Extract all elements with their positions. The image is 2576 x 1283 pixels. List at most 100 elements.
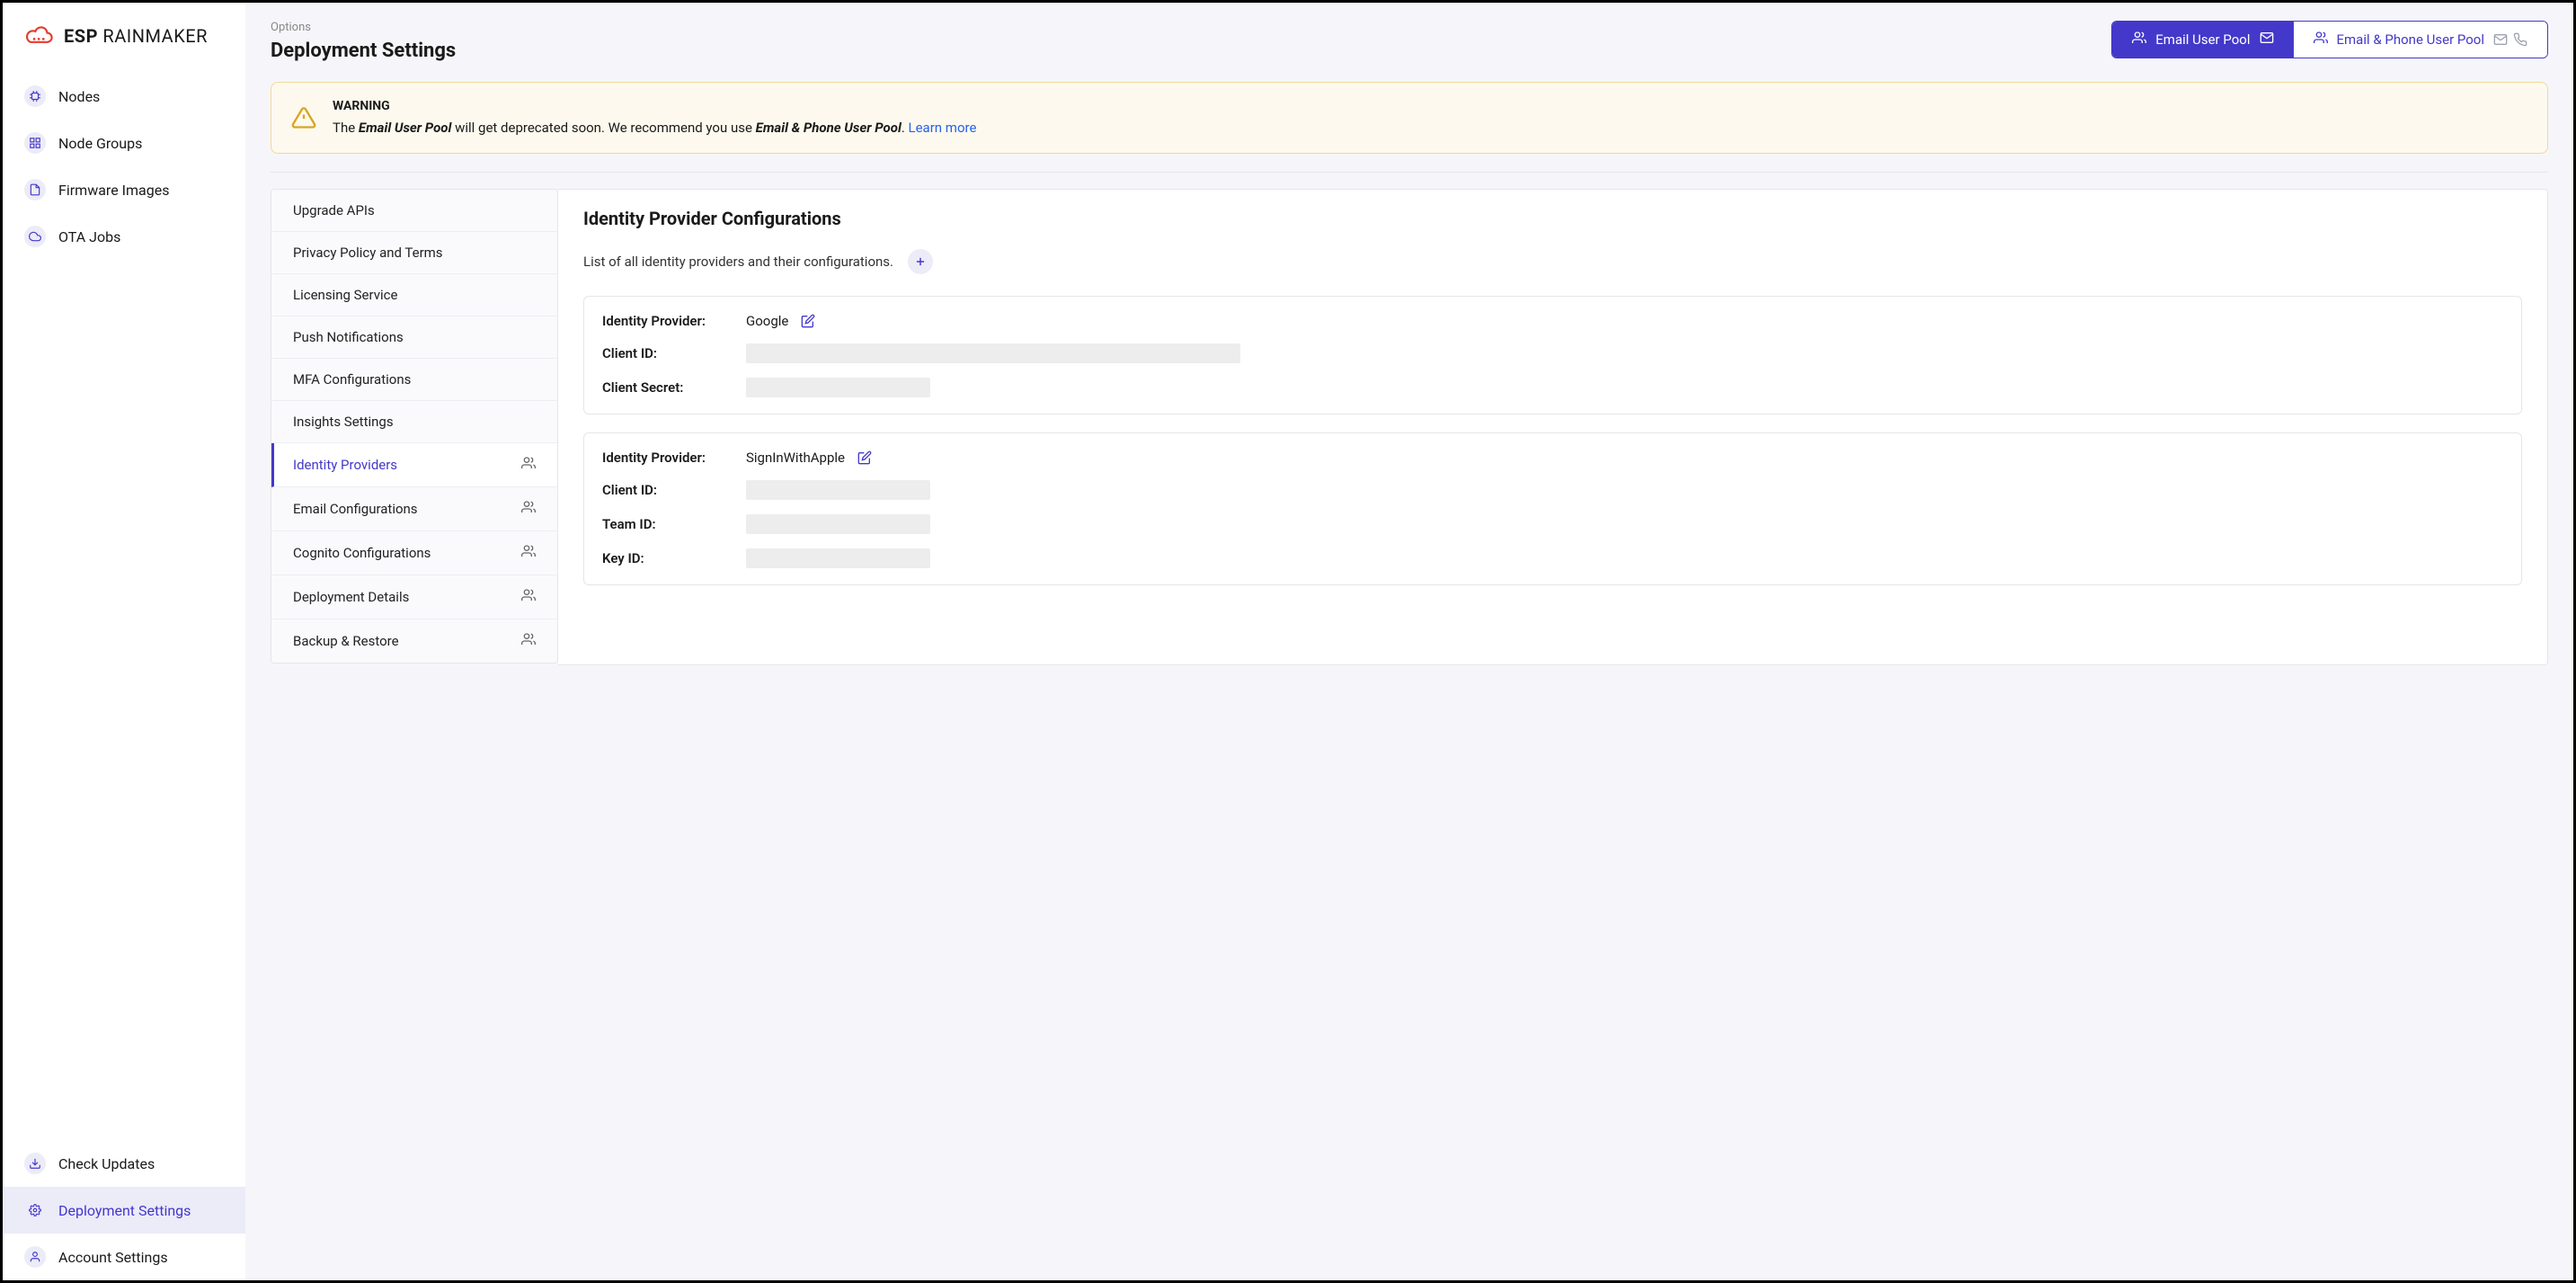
settings-tab-label: Insights Settings — [293, 414, 394, 430]
main-content: Options Deployment Settings Email User P… — [245, 3, 2573, 1280]
users-icon — [521, 456, 536, 474]
field-label: Team ID: — [602, 516, 746, 532]
provider-row: Client ID: — [602, 480, 2503, 500]
field-label: Key ID: — [602, 550, 746, 566]
tab-suffix-icons — [2493, 32, 2527, 47]
sidebar-nav: Nodes Node Groups Firmware Images — [3, 73, 245, 1280]
users-icon — [521, 632, 536, 650]
redacted-value — [746, 514, 930, 534]
settings-tab-label: Cognito Configurations — [293, 545, 431, 561]
settings-tab-list: Upgrade APIs Privacy Policy and Terms Lice… — [271, 189, 558, 664]
edit-icon[interactable] — [801, 314, 815, 328]
file-icon — [24, 179, 46, 200]
panel-subtitle-row: List of all identity providers and their… — [583, 249, 2522, 274]
tab-label: Email User Pool — [2155, 31, 2250, 48]
settings-tab-cognito-configurations[interactable]: Cognito Configurations — [271, 531, 557, 575]
add-provider-button[interactable] — [908, 249, 933, 274]
sidebar-item-label: Node Groups — [58, 135, 142, 152]
settings-tab-licensing-service[interactable]: Licensing Service — [271, 274, 557, 316]
settings-tab-upgrade-apis[interactable]: Upgrade APIs — [271, 190, 557, 232]
tab-email-user-pool[interactable]: Email User Pool — [2112, 22, 2293, 58]
provider-name-text: Google — [746, 313, 788, 329]
settings-tab-deployment-details[interactable]: Deployment Details — [271, 575, 557, 619]
learn-more-link[interactable]: Learn more — [909, 120, 977, 136]
gear-icon — [24, 1199, 46, 1221]
warning-text: WARNING The Email User Pool will get dep… — [333, 97, 976, 138]
users-icon — [521, 588, 536, 606]
settings-tab-label: Deployment Details — [293, 589, 409, 605]
sidebar-item-firmware-images[interactable]: Firmware Images — [3, 166, 245, 213]
warning-title: WARNING — [333, 97, 976, 116]
redacted-value — [746, 343, 1240, 363]
download-icon — [24, 1153, 46, 1174]
provider-row: Identity Provider:Google — [602, 313, 2503, 329]
breadcrumb: Options — [271, 21, 456, 34]
users-icon — [2132, 31, 2146, 49]
users-icon — [521, 500, 536, 518]
cpu-icon — [24, 85, 46, 107]
mail-icon — [2493, 32, 2508, 47]
user-icon — [24, 1246, 46, 1268]
settings-tab-email-configurations[interactable]: Email Configurations — [271, 487, 557, 531]
sidebar-item-node-groups[interactable]: Node Groups — [3, 120, 245, 166]
brand-logo: ESP RAINMAKER — [3, 3, 245, 73]
brand-name: ESP RAINMAKER — [64, 25, 208, 47]
sidebar-item-label: OTA Jobs — [58, 228, 120, 245]
redacted-value — [746, 480, 930, 500]
sidebar-item-check-updates[interactable]: Check Updates — [3, 1140, 245, 1187]
field-value — [746, 480, 930, 500]
provider-row: Client Secret: — [602, 378, 2503, 397]
settings-tab-privacy-policy-and-terms[interactable]: Privacy Policy and Terms — [271, 232, 557, 274]
plus-icon — [914, 255, 927, 268]
provider-card-google: Identity Provider:GoogleClient ID:Client… — [583, 296, 2522, 414]
settings-tab-label: Backup & Restore — [293, 633, 399, 649]
field-label: Identity Provider: — [602, 313, 746, 329]
content-row: Upgrade APIs Privacy Policy and Terms Lice… — [245, 173, 2573, 691]
alert-triangle-icon — [291, 105, 316, 130]
settings-tab-label: Privacy Policy and Terms — [293, 245, 443, 261]
provider-card-signinwithapple: Identity Provider:SignInWithApple Client … — [583, 432, 2522, 585]
settings-tab-mfa-configurations[interactable]: MFA Configurations — [271, 359, 557, 401]
settings-tab-label: MFA Configurations — [293, 371, 411, 388]
field-value: Google — [746, 313, 815, 329]
sidebar-item-account-settings[interactable]: Account Settings — [3, 1234, 245, 1280]
field-label: Client Secret: — [602, 379, 746, 396]
sidebar-item-ota-jobs[interactable]: OTA Jobs — [3, 213, 245, 260]
sidebar-item-deployment-settings[interactable]: Deployment Settings — [3, 1187, 245, 1234]
warning-banner: WARNING The Email User Pool will get dep… — [271, 82, 2548, 154]
mail-icon — [2260, 31, 2274, 49]
sidebar-item-label: Account Settings — [58, 1249, 168, 1266]
cloud-icon — [24, 226, 46, 247]
tab-email-phone-user-pool[interactable]: Email & Phone User Pool — [2294, 22, 2548, 58]
sidebar-item-label: Deployment Settings — [58, 1202, 191, 1219]
redacted-value — [746, 378, 930, 397]
settings-tab-identity-providers[interactable]: Identity Providers — [271, 443, 557, 487]
redacted-value — [746, 548, 930, 568]
sidebar-item-label: Nodes — [58, 88, 100, 105]
panel-identity-providers: Identity Provider Configurations List of… — [558, 189, 2548, 665]
provider-row: Client ID: — [602, 343, 2503, 363]
sidebar-item-nodes[interactable]: Nodes — [3, 73, 245, 120]
provider-row: Team ID: — [602, 514, 2503, 534]
field-value: SignInWithApple — [746, 450, 872, 466]
settings-tab-push-notifications[interactable]: Push Notifications — [271, 316, 557, 359]
field-label: Client ID: — [602, 482, 746, 498]
phone-icon — [2513, 32, 2527, 47]
provider-name-text: SignInWithApple — [746, 450, 845, 466]
panel-subtitle: List of all identity providers and their… — [583, 254, 893, 270]
field-value — [746, 514, 930, 534]
edit-icon[interactable] — [857, 450, 872, 465]
settings-tab-insights-settings[interactable]: Insights Settings — [271, 401, 557, 443]
sidebar-item-label: Check Updates — [58, 1155, 155, 1172]
page-title: Deployment Settings — [271, 40, 456, 62]
field-value — [746, 343, 1240, 363]
provider-list: Identity Provider:GoogleClient ID:Client… — [583, 296, 2522, 585]
settings-tab-label: Push Notifications — [293, 329, 404, 345]
settings-tab-label: Email Configurations — [293, 501, 418, 517]
provider-row: Identity Provider:SignInWithApple — [602, 450, 2503, 466]
panel-title: Identity Provider Configurations — [583, 208, 2522, 229]
field-label: Client ID: — [602, 345, 746, 361]
field-value — [746, 548, 930, 568]
settings-tab-backup-restore[interactable]: Backup & Restore — [271, 619, 557, 663]
provider-row: Key ID: — [602, 548, 2503, 568]
